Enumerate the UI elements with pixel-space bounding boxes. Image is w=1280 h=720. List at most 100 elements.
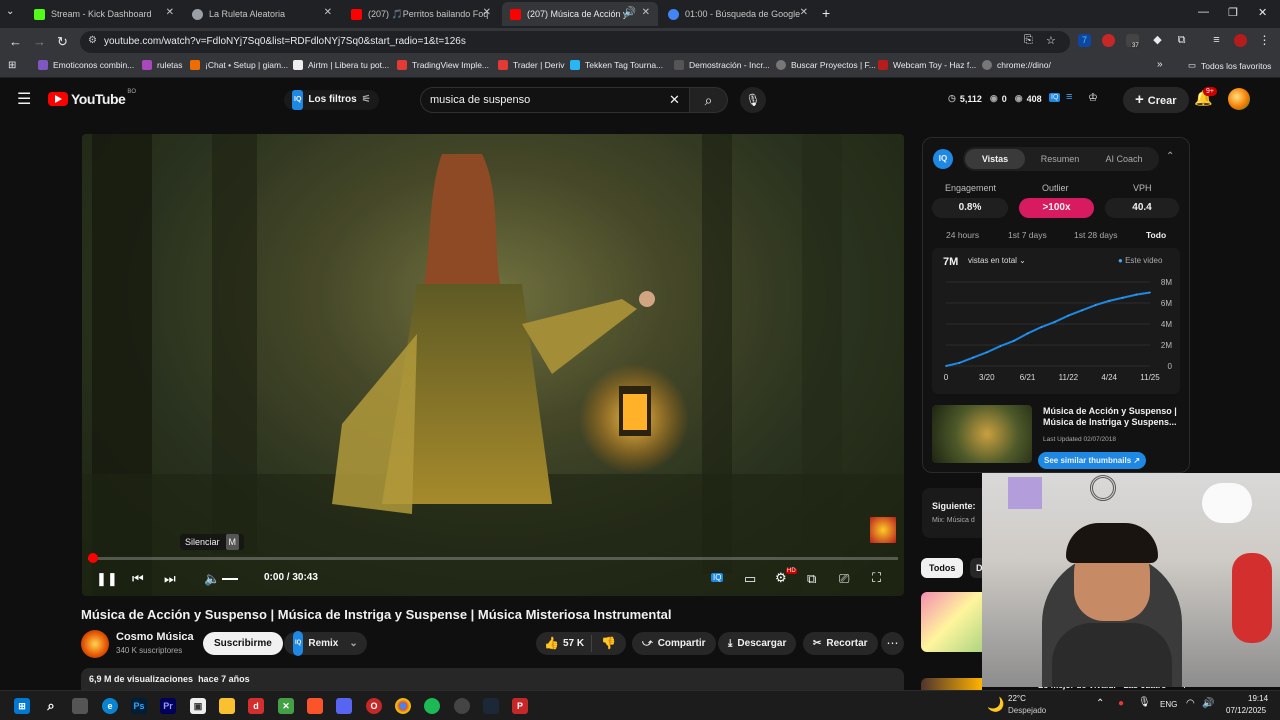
maximize-button[interactable]: ❐ [1228,6,1238,19]
video-thumbnail[interactable] [932,405,1032,463]
bookmark-star-icon[interactable]: ☆ [1046,34,1056,47]
tab-search-icon[interactable]: ⌄ [6,6,14,17]
forward-icon[interactable]: → [33,34,46,49]
create-button[interactable]: + Crear [1123,87,1189,113]
progress-track[interactable] [88,553,898,563]
tray-icon[interactable]: ● [1118,698,1124,709]
task-view-icon[interactable] [72,698,88,714]
speaker-icon[interactable]: 🔊 [624,7,636,18]
chevron-up-icon[interactable]: ⌃ [1096,698,1104,709]
profile-avatar[interactable] [1234,34,1247,47]
minimize-button[interactable]: — [1198,6,1209,18]
channel-name[interactable]: Cosmo Música [116,631,194,643]
up-next-card[interactable]: Siguiente: Mix: Música d [922,488,982,538]
back-icon[interactable]: ← [9,34,22,49]
iq-icon[interactable]: IQ [1049,93,1061,102]
language-indicator[interactable]: ENG [1160,700,1177,709]
extension-icon[interactable] [1102,34,1115,47]
views-dropdown[interactable]: vistas en total ⌄ [968,256,1026,265]
obs-icon[interactable] [454,698,470,714]
puzzle-icon[interactable]: ⧉ [1175,34,1188,47]
iq-icon[interactable]: IQ [711,573,724,582]
xbox-icon[interactable]: ✕ [278,698,294,714]
windows-start-icon[interactable]: ⊞ [14,698,30,714]
address-bar[interactable]: ⚙ youtube.com/watch?v=FdloNYj7Sq0&list=R… [80,31,1070,53]
bookmark-item[interactable]: Airtm | Libera tu pot... [293,60,389,70]
extension-icon[interactable]: ◆ [1151,34,1164,47]
deriv-icon[interactable]: d [248,698,264,714]
recommended-thumbnail[interactable] [921,678,982,690]
edge-icon[interactable]: e [102,698,118,714]
search-button[interactable]: ⌕ [690,87,728,113]
tab-ai-coach[interactable]: AI Coach [1093,149,1155,169]
range-7d[interactable]: 1st 7 days [1008,230,1047,240]
range-28d[interactable]: 1st 28 days [1074,230,1117,240]
collapse-icon[interactable]: ⌃ [1166,151,1174,162]
subscribe-button[interactable]: Suscribirme [203,632,283,655]
download-button[interactable]: ⤓ Descargar [718,632,797,655]
remix-button[interactable]: IQ Remix ⌄ [284,631,367,656]
volume-icon[interactable]: 🔈 [204,571,220,587]
like-icon[interactable]: 👍 [544,632,559,655]
bookmark-item[interactable]: chrome://dino/ [982,60,1051,70]
previous-icon[interactable]: ⏮ [132,571,144,587]
hamburger-menu-icon[interactable]: ☰ [17,89,31,109]
video-player[interactable]: Silenciar M ❚❚ ⏮ ⏭ 🔈 0:00 / 30:43 IQ ▭ ⚙… [82,134,904,596]
more-actions-button[interactable]: ⋯ [881,632,904,655]
volume-slider[interactable] [222,578,238,580]
extension-icon[interactable]: 7 [1078,34,1091,47]
next-icon[interactable]: ⏭ [164,571,176,587]
spotify-icon[interactable] [424,698,440,714]
share-button[interactable]: ⤻ Compartir [632,632,716,655]
wifi-icon[interactable]: ◠ [1186,698,1195,709]
description-box[interactable]: 6,9 M de visualizaciones hace 7 años [81,668,904,690]
close-icon[interactable]: ✕ [800,7,808,18]
bookmark-item[interactable]: ruletas [142,60,183,70]
range-todo[interactable]: Todo [1146,230,1166,240]
tab-perritos[interactable]: (207) 🎵Perritos bailando Foqu ✕ [343,2,499,26]
menu-lines-icon[interactable]: ≡ [1210,34,1223,47]
tab-resumen[interactable]: Resumen [1029,149,1091,169]
channel-watermark[interactable] [870,517,896,543]
bookmark-item[interactable]: Tekken Tag Tourna... [570,60,663,70]
see-similar-thumbnails-button[interactable]: See similar thumbnails ↗ [1038,452,1147,469]
cast-icon[interactable]: ⎘ [1024,34,1033,47]
brave-icon[interactable] [307,698,323,714]
subtitles-icon[interactable]: ▭ [744,571,756,587]
microphone-icon[interactable]: 🎙 [1138,697,1151,708]
close-icon[interactable]: ✕ [483,7,491,18]
filters-button[interactable]: IQ Los filtros ⚟ [284,90,379,110]
clip-button[interactable]: ✂ Recortar [803,632,878,655]
photoshop-icon[interactable]: Ps [131,698,147,714]
bookmark-item[interactable]: TradingView Imple... [397,60,489,70]
apps-icon[interactable]: ⊞ [8,60,16,71]
close-icon[interactable]: ✕ [642,7,650,18]
channel-avatar[interactable] [81,630,109,658]
pause-icon[interactable]: ❚❚ [96,571,118,587]
list-icon[interactable]: ≡ [1066,91,1072,103]
trophy-icon[interactable]: ♔ [1088,91,1098,104]
youtube-logo[interactable]: YouTube BO [48,89,136,107]
site-info-icon[interactable]: ⚙ [88,35,97,46]
recommended-thumbnail[interactable] [921,592,982,652]
pdf-icon[interactable]: P [512,698,528,714]
tab-google[interactable]: 01:00 - Búsqueda de Google ✕ [660,2,816,26]
bookmark-item[interactable]: Demostración - Incr... [674,60,770,70]
search-icon[interactable]: ⌕ [43,698,59,714]
tab-vistas[interactable]: Vistas [965,149,1025,169]
dislike-icon[interactable]: 👎 [601,632,616,655]
opera-icon[interactable]: O [366,698,382,714]
voice-search-button[interactable]: 🎙 [740,87,766,113]
premiere-icon[interactable]: Pr [160,698,176,714]
bookmark-item[interactable]: Webcam Toy - Haz f... [878,60,976,70]
tab-kick-dashboard[interactable]: Stream - Kick Dashboard ✕ [26,2,182,26]
store-icon[interactable]: ▣ [190,698,206,714]
bookmark-item[interactable]: Emoticonos combin... [38,60,134,70]
tab-musica-accion[interactable]: (207) Música de Acción y Su 🔊 ✕ [502,2,658,26]
more-vert-icon[interactable]: ⋮ [1258,34,1271,47]
close-window-button[interactable]: ✕ [1258,6,1267,19]
discord-icon[interactable] [336,698,352,714]
bookmark-item[interactable]: Trader | Deriv [498,60,565,70]
bookmark-item[interactable]: Buscar Proyectos | F... [776,60,876,70]
tab-ruleta[interactable]: La Ruleta Aleatoria ✕ [184,2,340,26]
